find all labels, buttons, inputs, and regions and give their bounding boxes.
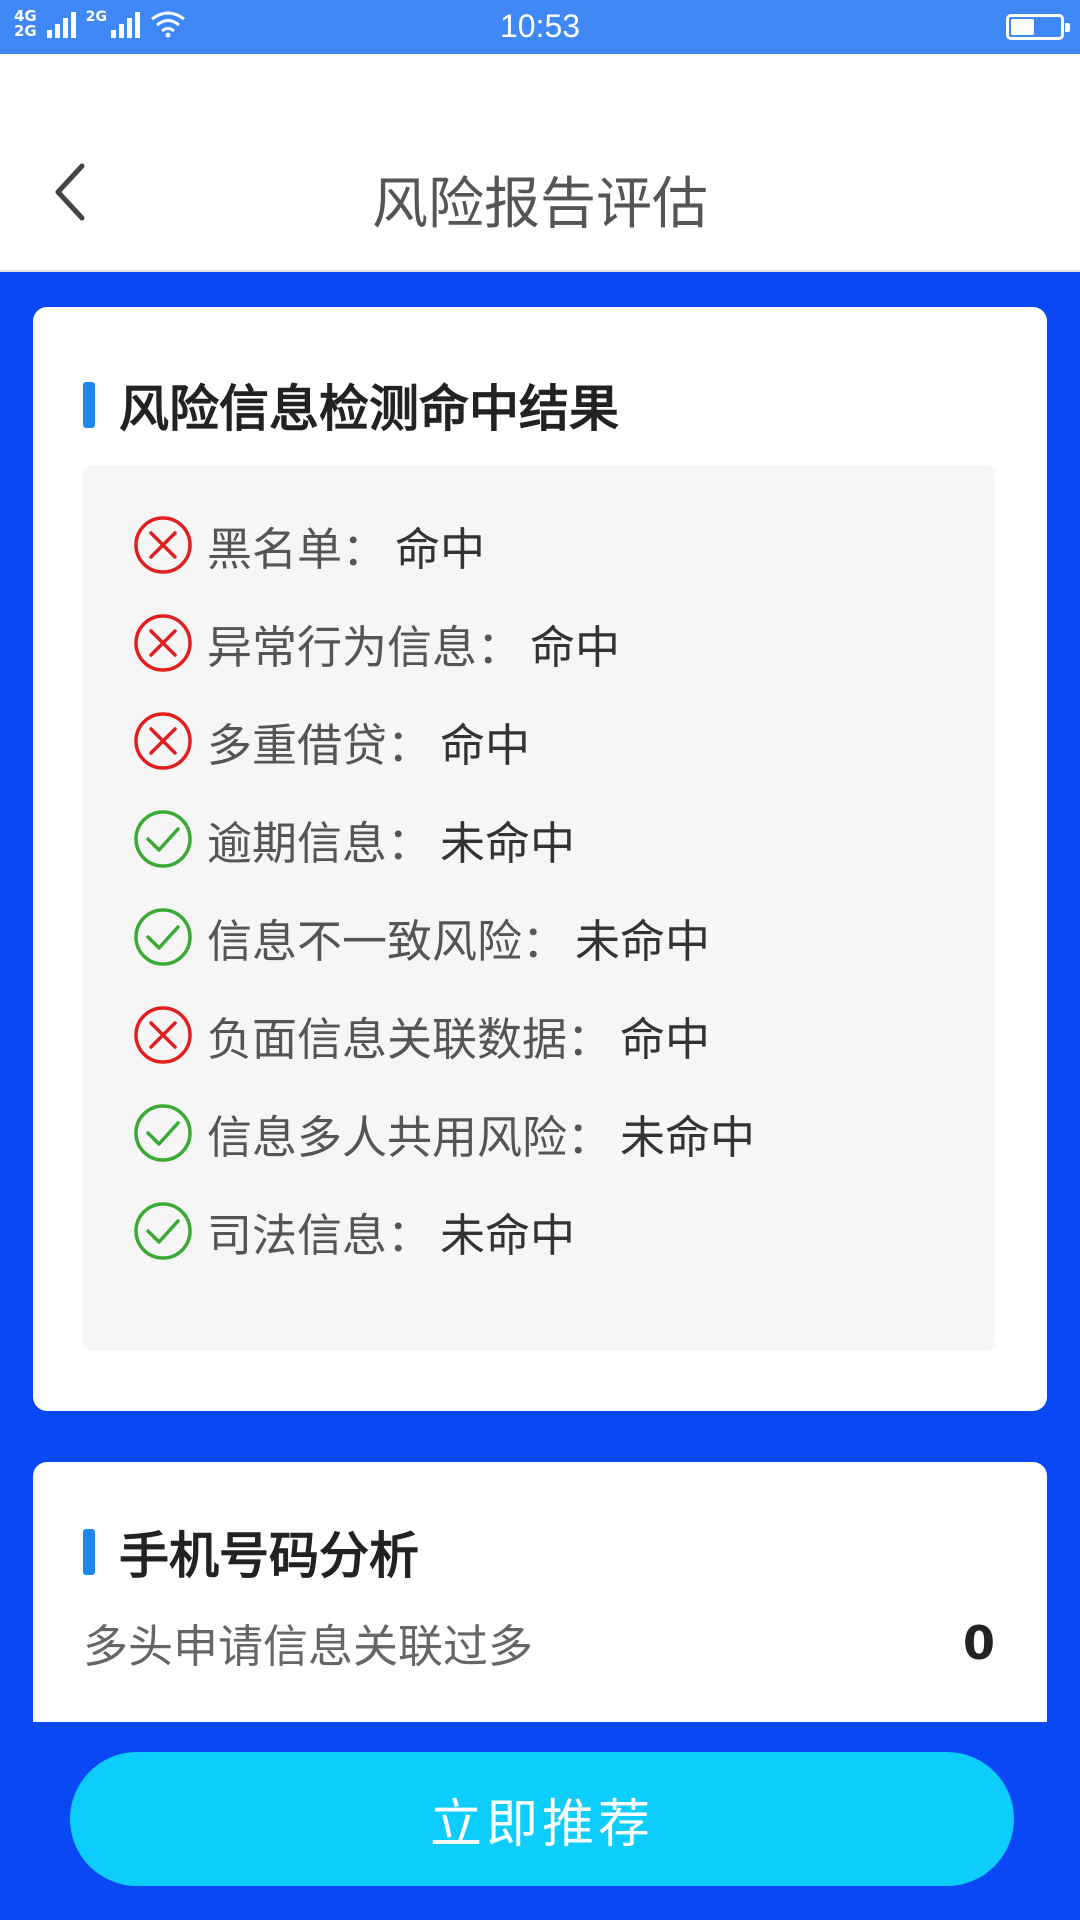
risk-item-label: 信息不一致风险	[207, 914, 523, 968]
battery-level	[1011, 19, 1034, 35]
phone-analysis-count: 0	[962, 1615, 995, 1670]
cross-circle-icon	[134, 712, 192, 770]
cross-circle-icon	[134, 516, 192, 574]
risk-item-separator: ：	[567, 1110, 613, 1164]
risk-item-value: 命中	[620, 1012, 711, 1066]
title-accent-bar	[83, 382, 95, 428]
nav-bar: 风险报告评估	[0, 54, 1080, 272]
check-circle-icon	[134, 908, 192, 966]
risk-result-row: 信息多人共用风险：未命中	[133, 1103, 756, 1164]
risk-result-card: 风险信息检测命中结果 黑名单：命中 异常行为信息：命中 多重借贷：命中 逾期信息：未命…	[33, 307, 1047, 1411]
risk-item-value: 未命中	[440, 1208, 576, 1262]
check-circle-icon	[134, 1202, 192, 1260]
phone-analysis-card: 手机号码分析 多头申请信息关联过多 0	[33, 1462, 1047, 1722]
risk-item-label: 司法信息	[207, 1208, 388, 1262]
risk-item-value: 命中	[530, 620, 621, 674]
risk-item-separator: ：	[387, 816, 433, 870]
title-accent-bar	[83, 1529, 95, 1575]
risk-item-separator: ：	[387, 1208, 433, 1262]
risk-item-value: 命中	[395, 522, 486, 576]
risk-item-value: 未命中	[440, 816, 576, 870]
risk-result-row: 黑名单：命中	[133, 515, 755, 576]
cross-circle-icon	[134, 614, 192, 672]
check-circle-icon	[134, 1104, 192, 1162]
risk-item-separator: ：	[567, 1012, 613, 1066]
risk-item-label: 多重借贷	[207, 718, 388, 772]
risk-item-value: 未命中	[620, 1110, 756, 1164]
status-bar: 4G 2G 2G 10:53	[0, 0, 1080, 54]
risk-item-separator: ：	[477, 620, 523, 674]
risk-section-title: 风险信息检测命中结果	[83, 369, 619, 441]
risk-section-title-text: 风险信息检测命中结果	[119, 380, 619, 438]
risk-result-box: 黑名单：命中 异常行为信息：命中 多重借贷：命中 逾期信息：未命中 信息不一致风险：未命…	[83, 465, 995, 1351]
risk-result-list: 黑名单：命中 异常行为信息：命中 多重借贷：命中 逾期信息：未命中 信息不一致风险：未命…	[133, 515, 755, 1299]
status-time: 10:53	[499, 8, 581, 44]
risk-item-separator: ：	[522, 914, 568, 968]
risk-item-separator: ：	[387, 718, 433, 772]
risk-result-row: 信息不一致风险：未命中	[133, 907, 755, 968]
cross-circle-icon	[134, 1006, 192, 1064]
phone-analysis-label: 多头申请信息关联过多	[83, 1620, 534, 1673]
phone-section-title-text: 手机号码分析	[119, 1527, 419, 1585]
risk-result-row: 负面信息关联数据：命中	[133, 1005, 755, 1066]
risk-result-row: 异常行为信息：命中	[133, 613, 755, 674]
risk-item-label: 黑名单	[207, 522, 343, 576]
phone-section-title: 手机号码分析	[83, 1516, 419, 1588]
risk-result-row: 多重借贷：命中	[133, 711, 755, 772]
battery-icon	[1006, 14, 1070, 40]
phone-analysis-row: 多头申请信息关联过多 0	[83, 1610, 995, 1675]
risk-item-value: 未命中	[575, 914, 711, 968]
risk-item-label: 逾期信息	[207, 816, 388, 870]
risk-result-row: 逾期信息：未命中	[133, 809, 755, 870]
check-circle-icon	[134, 810, 192, 868]
risk-item-value: 命中	[440, 718, 531, 772]
risk-result-row: 司法信息：未命中	[133, 1201, 755, 1262]
page-title: 风险报告评估	[372, 172, 708, 237]
risk-item-label: 负面信息关联数据	[207, 1012, 568, 1066]
risk-item-separator: ：	[342, 522, 388, 576]
risk-item-label: 异常行为信息	[207, 620, 478, 674]
risk-item-label: 信息多人共用风险	[207, 1110, 568, 1164]
recommend-button[interactable]: 立即推荐	[70, 1752, 1014, 1886]
